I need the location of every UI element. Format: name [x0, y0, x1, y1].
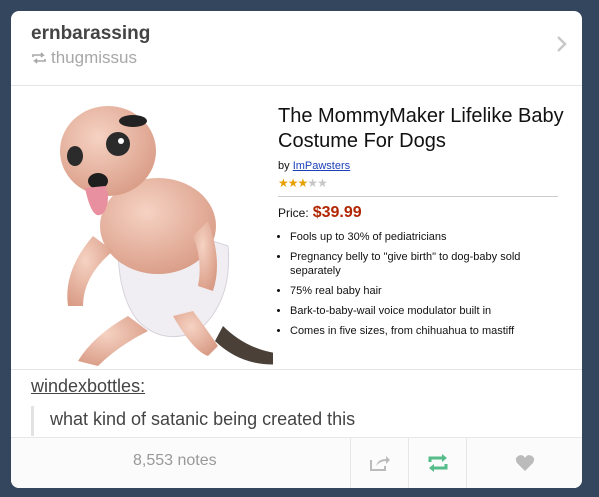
- reblog-button[interactable]: [408, 438, 467, 488]
- blog-name-link[interactable]: ernbarassing: [31, 23, 150, 45]
- share-icon: [370, 456, 390, 471]
- product-listing: The MommyMaker Lifelike Baby Costume For…: [278, 104, 568, 344]
- share-button[interactable]: [350, 438, 409, 488]
- list-item: Pregnancy belly to "give birth" to dog-b…: [290, 250, 568, 278]
- heart-icon: [515, 455, 535, 471]
- star-icon: ★: [307, 176, 318, 190]
- list-item: Bark-to-baby-wail voice modulator built …: [290, 304, 568, 318]
- post-image: The MommyMaker Lifelike Baby Costume For…: [11, 86, 582, 369]
- comment-author-link[interactable]: windexbottles:: [31, 376, 145, 397]
- list-item: Fools up to 30% of pediatricians: [290, 230, 568, 244]
- reblogged-from-name: thugmissus: [51, 48, 137, 67]
- star-icon: ★: [287, 176, 299, 190]
- baby-dog-costume-image: [60, 106, 273, 366]
- star-icon: ★: [278, 176, 289, 190]
- product-byline: by ImPawsters: [278, 160, 568, 172]
- seller-link[interactable]: ImPawsters: [293, 160, 350, 172]
- list-item: 75% real baby hair: [290, 284, 568, 298]
- star-rating: ★★★★★: [278, 176, 568, 190]
- byline-prefix: by: [278, 160, 290, 172]
- feature-list: Fools up to 30% of pediatricians Pregnan…: [278, 230, 568, 338]
- list-item: Comes in five sizes, from chihuahua to m…: [290, 324, 568, 338]
- chevron-right-icon[interactable]: [556, 35, 568, 53]
- post-card: ernbarassing thugmissus The MommyMaker L…: [11, 11, 582, 488]
- price-row: Price: $39.99: [278, 204, 568, 222]
- product-title: The MommyMaker Lifelike Baby Costume For…: [278, 105, 564, 152]
- reblog-icon: [428, 454, 448, 472]
- post-header: ernbarassing thugmissus: [11, 11, 582, 89]
- comment-text: what kind of satanic being created this: [31, 406, 355, 436]
- post-footer: 8,553 notes: [11, 437, 582, 488]
- divider: [278, 196, 558, 197]
- price-label: Price:: [278, 206, 309, 220]
- reblogged-from[interactable]: thugmissus: [31, 48, 137, 68]
- star-icon: ★: [297, 176, 309, 190]
- price-value: $39.99: [312, 204, 362, 221]
- like-button[interactable]: [466, 438, 582, 488]
- star-icon: ★: [317, 176, 328, 190]
- reblog-small-icon: [32, 52, 46, 64]
- notes-count[interactable]: 8,553 notes: [133, 452, 217, 470]
